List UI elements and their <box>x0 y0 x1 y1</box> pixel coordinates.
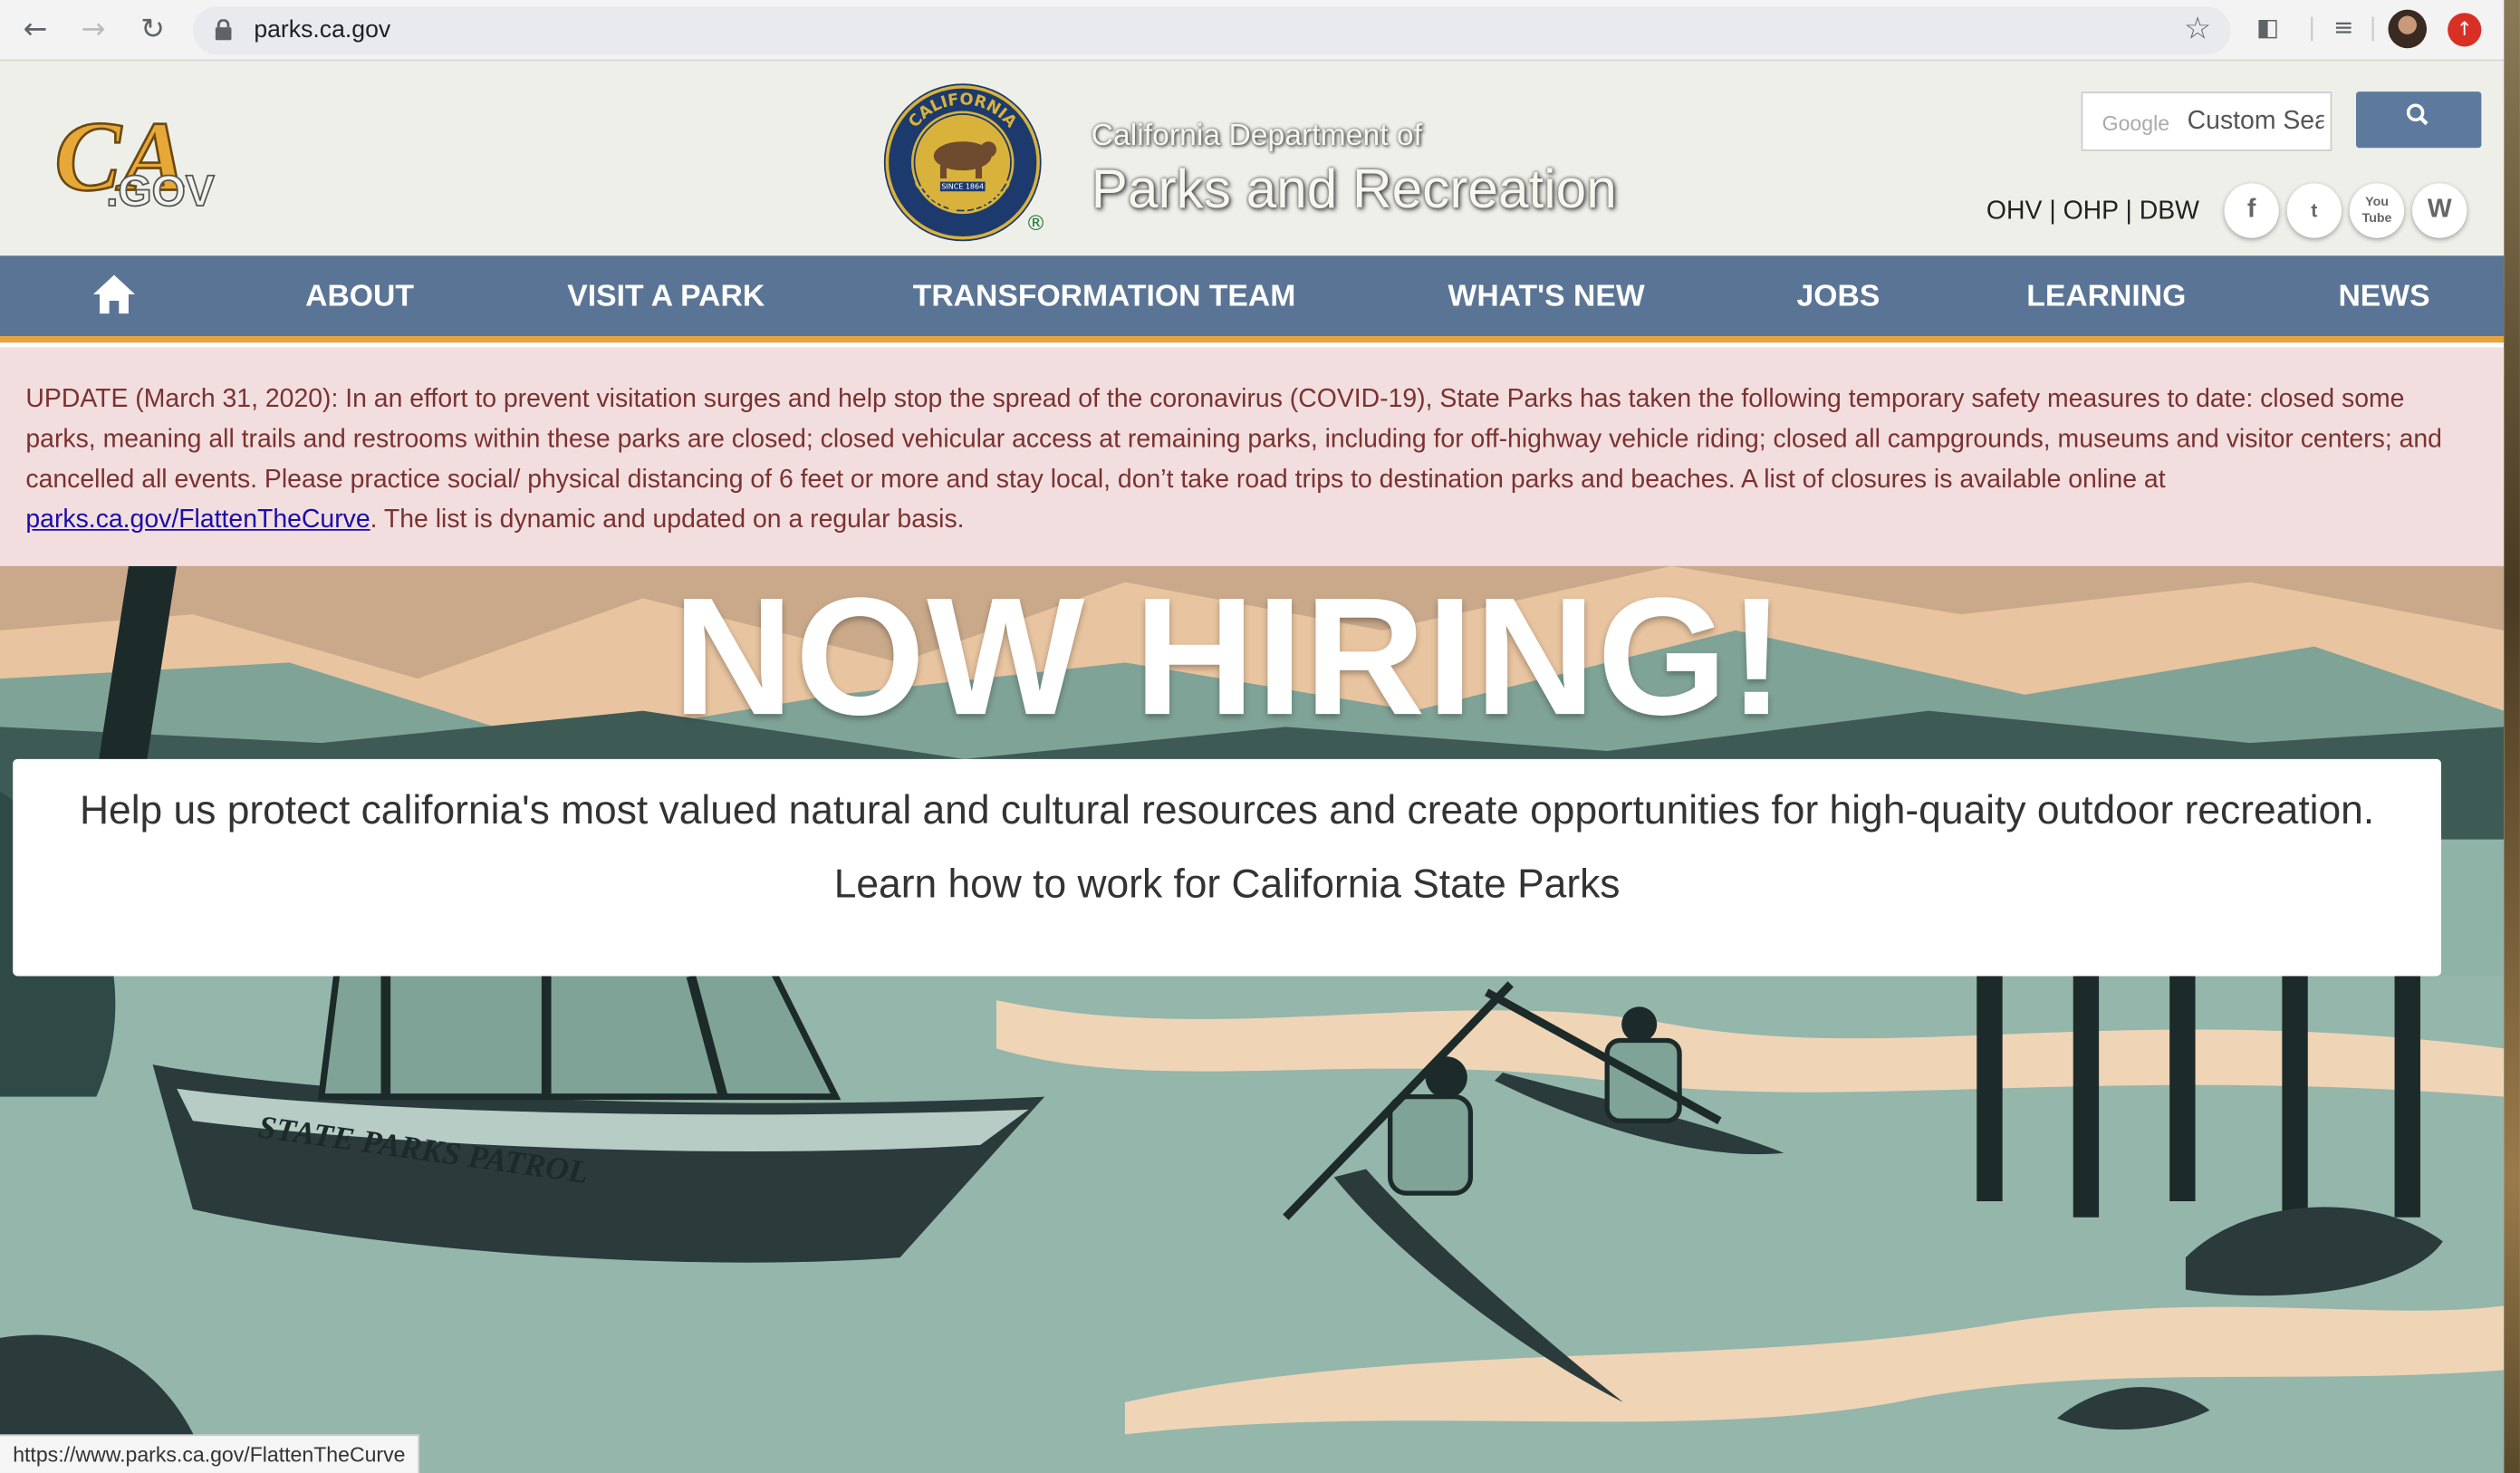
update-icon[interactable]: ↑ <box>2448 13 2482 47</box>
hero-headline: NOW HIRING! <box>672 565 1786 751</box>
nav-item-learning[interactable]: LEARNING <box>2026 280 2186 315</box>
reload-icon[interactable]: ↻ <box>133 11 172 50</box>
nav-item-jobs[interactable]: JOBS <box>1797 280 1880 315</box>
back-icon[interactable]: ← <box>16 11 55 50</box>
alert-tail: . The list is dynamic and updated on a r… <box>370 506 965 534</box>
flatten-the-curve-link[interactable]: parks.ca.gov/FlattenTheCurve <box>25 506 370 534</box>
search-placeholder: Custom Search <box>2187 107 2324 136</box>
nav-item-whats-new[interactable]: WHAT'S NEW <box>1448 280 1645 315</box>
nav-item-visit-a-park[interactable]: VISIT A PARK <box>567 280 765 315</box>
toolbar-divider: | <box>2307 13 2316 43</box>
site-title[interactable]: Parks and Recreation <box>1092 159 1617 222</box>
search-input[interactable]: Google Custom Search <box>2081 91 2332 151</box>
toolbar-divider: | <box>2369 13 2378 43</box>
covid-alert: UPDATE (March 31, 2020): In an effort to… <box>0 347 2505 566</box>
search-button[interactable] <box>2355 91 2482 149</box>
nav-item-about[interactable]: ABOUT <box>305 280 414 315</box>
ca-gov-logo[interactable]: CA .GOV <box>52 97 228 226</box>
browser-toolbar: ← → ↻ parks.ca.gov ☆ ◧ | ≡ | ↑ <box>0 0 2505 62</box>
home-icon[interactable] <box>90 272 138 317</box>
hero-card[interactable]: Help us protect california's most valued… <box>13 758 2442 977</box>
nav-item-transformation-team[interactable]: TRANSFORMATION TEAM <box>913 280 1296 315</box>
dept-line: California Department of <box>1091 119 1423 153</box>
address-bar[interactable]: parks.ca.gov ☆ <box>192 6 2231 55</box>
search-brand: Google <box>2102 111 2170 136</box>
bookmark-star-icon[interactable]: ☆ <box>2184 11 2211 46</box>
hero-description: Help us protect california's most valued… <box>79 787 2375 833</box>
status-bar-url: https://www.parks.ca.gov/FlattenTheCurve <box>0 1434 420 1473</box>
profile-avatar[interactable] <box>2388 9 2428 49</box>
facebook-icon[interactable]: f <box>2224 183 2279 238</box>
forward-icon[interactable]: → <box>74 11 113 50</box>
svg-text:SINCE 1864: SINCE 1864 <box>941 183 984 191</box>
state-parks-seal[interactable]: SINCE 1864 CALIFORNIA STATE PARKS <box>882 82 1043 244</box>
url-text[interactable]: parks.ca.gov <box>254 16 390 43</box>
alert-text: UPDATE (March 31, 2020): In an effort to… <box>25 386 2442 494</box>
wordpress-icon[interactable]: W <box>2412 183 2467 238</box>
twitter-icon[interactable]: t <box>2286 183 2342 238</box>
media-queue-icon[interactable]: ≡ <box>2333 13 2353 42</box>
main-nav: ABOUT VISIT A PARK TRANSFORMATION TEAM W… <box>0 255 2505 343</box>
desktop-background <box>2504 0 2520 1473</box>
svg-text:.GOV: .GOV <box>106 168 215 216</box>
extension-icon[interactable]: ◧ <box>2256 13 2279 42</box>
hero-cta-link[interactable]: Learn how to work for California State P… <box>13 862 2441 908</box>
hero-banner[interactable]: STATE PARKS PATROL NOW HIRING! Help us p <box>0 565 2505 1473</box>
lock-icon <box>215 19 232 41</box>
nav-item-news[interactable]: NEWS <box>2338 280 2429 315</box>
registered-mark: ® <box>1024 212 1047 236</box>
youtube-icon[interactable]: You Tube <box>2349 183 2405 238</box>
site-header: CA .GOV SINCE 1864 CALIFORNIA STATE PARK… <box>0 61 2505 256</box>
top-links[interactable]: OHV | OHP | DBW <box>1986 197 2199 226</box>
search-icon <box>2406 103 2429 126</box>
